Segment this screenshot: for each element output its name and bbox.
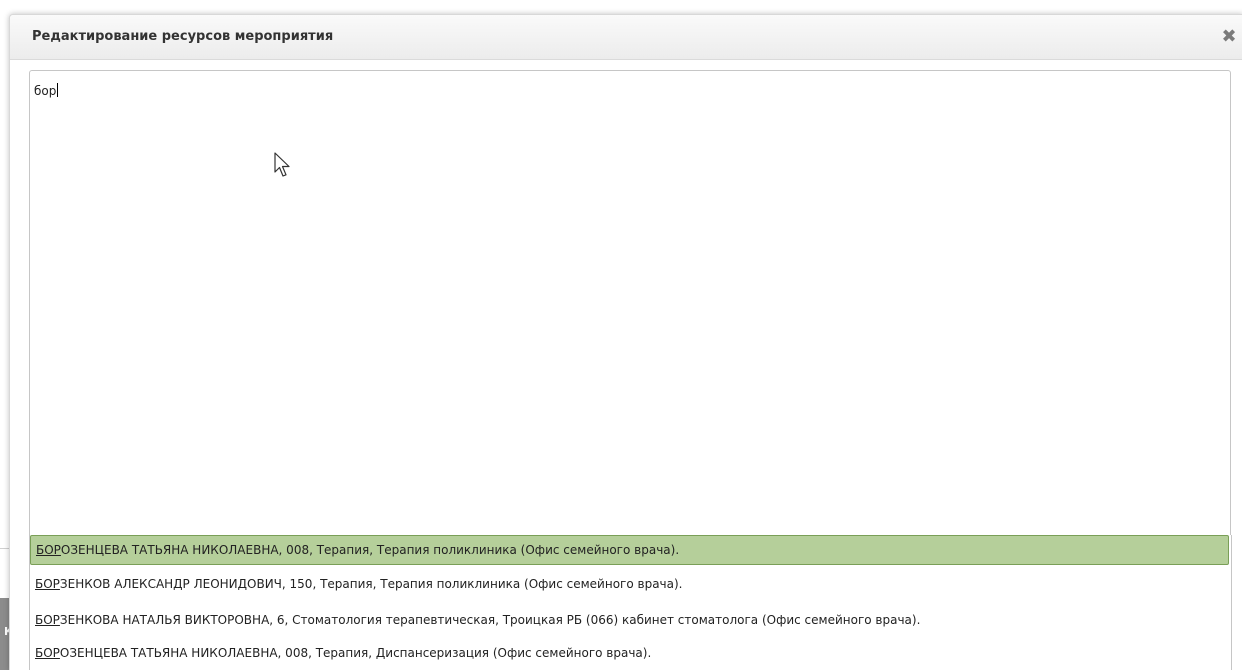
suggestion-match: БОР [36,543,61,557]
page: КИ Редактирование ресурсов мероприятия ✖… [0,0,1242,670]
suggestion-text: ОЗЕНЦЕВА ТАТЬЯНА НИКОЛАЕВНА, 008, Терапи… [60,543,680,557]
textarea-value: бор [34,83,59,98]
dialog-header: Редактирование ресурсов мероприятия ✖ [10,15,1242,60]
close-icon[interactable]: ✖ [1219,27,1239,47]
suggestion-item-1[interactable]: БОРОЗЕНЦЕВА ТАТЬЯНА НИКОЛАЕВНА, 008, Тер… [30,535,1229,565]
autocomplete-suggestions: БОРОЗЕНЦЕВА ТАТЬЯНА НИКОЛАЕВНА, 008, Тер… [29,535,1232,670]
suggestion-text: ОЗЕНЦЕВА ТАТЬЯНА НИКОЛАЕВНА, 008, Терапи… [59,646,652,660]
suggestion-match: БОР [35,577,60,591]
suggestion-text: ЗЕНКОВА НАТАЛЬЯ ВИКТОРОВНА, 6, Стоматоло… [59,613,921,627]
suggestion-text: ЗЕНКОВ АЛЕКСАНДР ЛЕОНИДОВИЧ, 150, Терапи… [59,577,683,591]
suggestion-match: БОР [35,613,60,627]
resource-search-textarea[interactable]: бор [29,70,1231,542]
text-caret [57,83,59,97]
mouse-pointer-icon [274,152,290,177]
suggestion-item-4[interactable]: БОРОЗЕНЦЕВА ТАТЬЯНА НИКОЛАЕВНА, 008, Тер… [30,638,1229,668]
suggestion-item-2[interactable]: БОРЗЕНКОВ АЛЕКСАНДР ЛЕОНИДОВИЧ, 150, Тер… [30,569,1229,599]
suggestion-item-3[interactable]: БОРЗЕНКОВА НАТАЛЬЯ ВИКТОРОВНА, 6, Стомат… [30,605,1229,635]
dialog-title: Редактирование ресурсов мероприятия [32,29,334,44]
suggestion-match: БОР [35,646,60,660]
